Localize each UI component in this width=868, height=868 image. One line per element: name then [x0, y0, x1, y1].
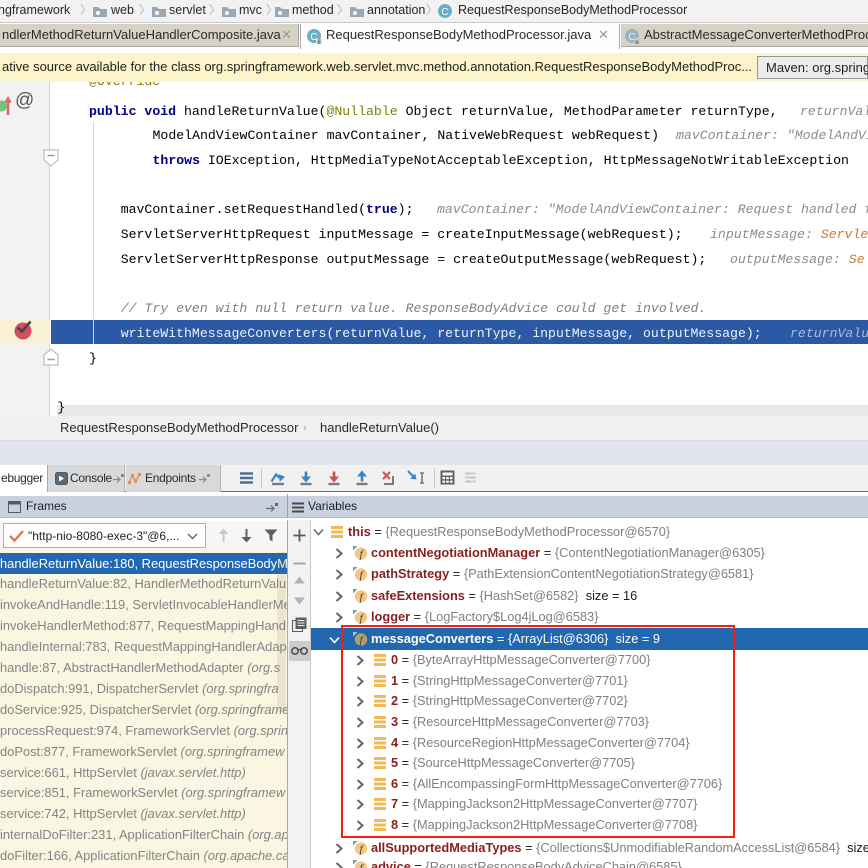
svg-text:C: C: [441, 7, 448, 18]
